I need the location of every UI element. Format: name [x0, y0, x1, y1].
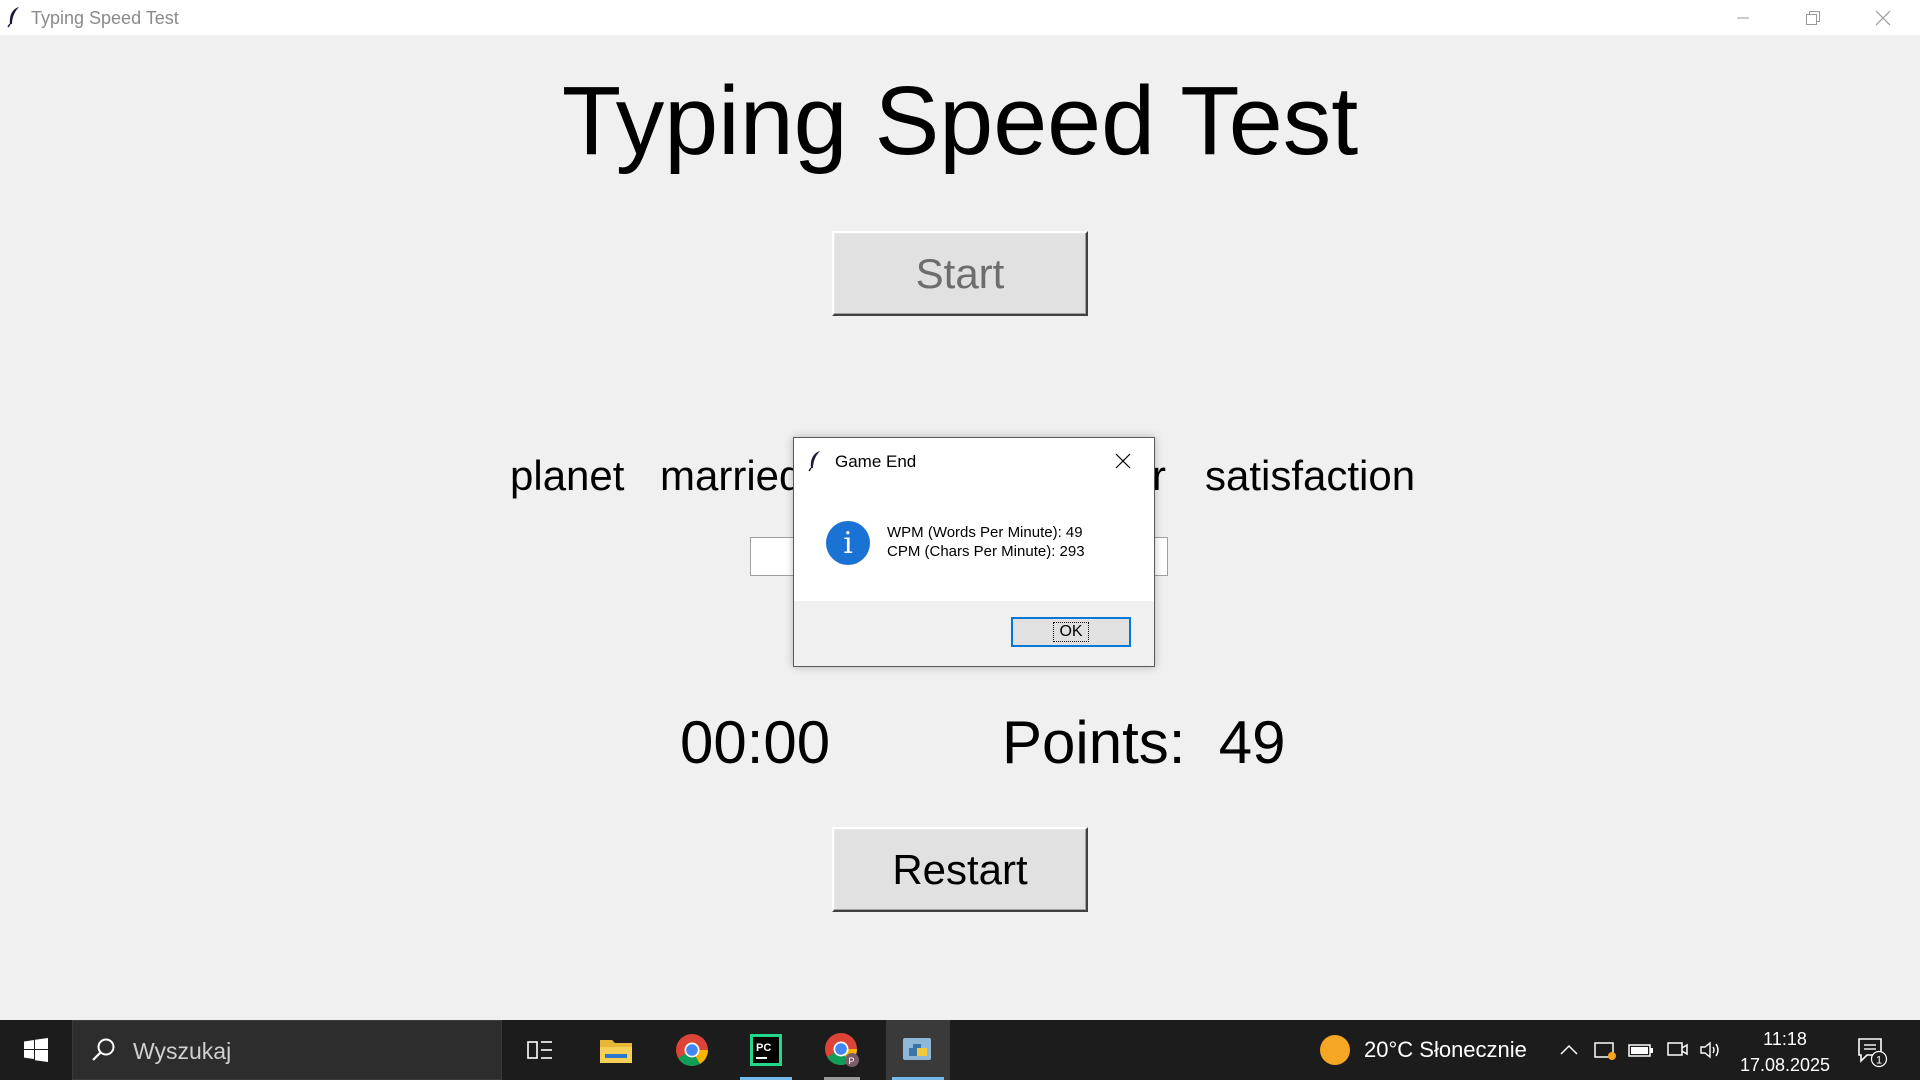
- restore-button[interactable]: [1778, 0, 1848, 35]
- timer-display: 00:00: [680, 709, 831, 776]
- clock-time: 11:18: [1763, 1029, 1807, 1049]
- notification-count: 1: [1876, 1055, 1882, 1067]
- file-explorer-button[interactable]: [584, 1020, 648, 1080]
- feather-icon: [808, 451, 820, 472]
- start-button[interactable]: Start: [832, 231, 1088, 316]
- notification-center-button[interactable]: 1: [1855, 1034, 1889, 1068]
- taskbar-clock[interactable]: 11:18 17.08.2025: [1720, 1026, 1850, 1078]
- clock-date: 17.08.2025: [1739, 1055, 1831, 1075]
- wpm-message: WPM (Words Per Minute): 49: [887, 524, 1083, 541]
- tray-network-alert[interactable]: [1592, 1038, 1618, 1062]
- network-alert-icon: [1594, 1042, 1616, 1060]
- pycharm-button[interactable]: PC: [734, 1020, 798, 1080]
- battery-icon: [1628, 1044, 1653, 1057]
- close-icon: [1115, 453, 1131, 469]
- task-view-icon: [527, 1041, 552, 1059]
- ok-label: OK: [1053, 622, 1089, 642]
- chrome-button[interactable]: [660, 1020, 724, 1080]
- notification-icon: 1: [1858, 1038, 1888, 1068]
- dialog-close-button[interactable]: [1112, 450, 1134, 472]
- points-label: Points:: [1002, 709, 1186, 776]
- weather-text: 20°C Słonecznie: [1364, 1037, 1527, 1062]
- taskbar: Wyszukaj PC P 20°C Słonecznie 11:18 17.0…: [0, 1020, 1920, 1080]
- taskbar-search[interactable]: Wyszukaj: [72, 1020, 502, 1080]
- show-hidden-icons-button[interactable]: [1556, 1038, 1582, 1062]
- python-button[interactable]: [886, 1020, 950, 1080]
- word-2: married: [660, 452, 803, 499]
- points-display: Points: 49: [1002, 708, 1286, 777]
- dialog-titlebar: Game End: [794, 438, 1154, 482]
- word-4: satisfaction: [1205, 452, 1416, 499]
- word-1: planet: [510, 452, 625, 499]
- window-title: Typing Speed Test: [31, 8, 179, 28]
- minimize-icon: [1737, 17, 1749, 18]
- info-icon: i: [826, 521, 870, 565]
- chevron-up-icon: [1560, 1044, 1578, 1055]
- folder-icon: [600, 1040, 632, 1063]
- window-titlebar: Typing Speed Test: [0, 0, 1920, 35]
- chrome-profile-icon: P: [825, 1033, 859, 1067]
- svg-text:PC: PC: [756, 1042, 771, 1054]
- chrome-icon: [676, 1034, 709, 1067]
- search-placeholder: Wyszukaj: [133, 1038, 232, 1064]
- restart-button[interactable]: Restart: [832, 827, 1088, 912]
- dialog-title: Game End: [835, 452, 917, 471]
- close-icon: [1875, 10, 1891, 25]
- cpm-message: CPM (Chars Per Minute): 293: [887, 543, 1085, 560]
- points-value: 49: [1218, 709, 1286, 776]
- chrome-profile-button[interactable]: P: [810, 1020, 874, 1080]
- close-button[interactable]: [1848, 0, 1918, 35]
- pycharm-icon: PC: [750, 1034, 782, 1066]
- weather-widget[interactable]: 20°C Słonecznie: [1320, 1020, 1527, 1080]
- minimize-button[interactable]: [1708, 0, 1778, 35]
- dialog-body: i WPM (Words Per Minute): 49 CPM (Chars …: [794, 482, 1154, 601]
- tray-battery[interactable]: [1628, 1038, 1654, 1062]
- search-icon: [92, 1038, 115, 1061]
- windows-start-button[interactable]: [0, 1020, 72, 1080]
- windows-logo-icon: [24, 1038, 48, 1062]
- app-title: Typing Speed Test: [561, 66, 1359, 175]
- project-screen-icon: [1667, 1042, 1688, 1056]
- tray-connect[interactable]: [1664, 1038, 1690, 1062]
- feather-icon: [7, 7, 19, 28]
- sun-icon: [1320, 1035, 1350, 1065]
- restore-icon: [1806, 10, 1820, 25]
- python-icon: [903, 1038, 931, 1060]
- task-view-button[interactable]: [508, 1020, 572, 1080]
- game-end-dialog: Game End i WPM (Words Per Minute): 49 CP…: [793, 437, 1155, 667]
- svg-text:P: P: [849, 1056, 855, 1066]
- ok-button[interactable]: OK: [1011, 617, 1131, 647]
